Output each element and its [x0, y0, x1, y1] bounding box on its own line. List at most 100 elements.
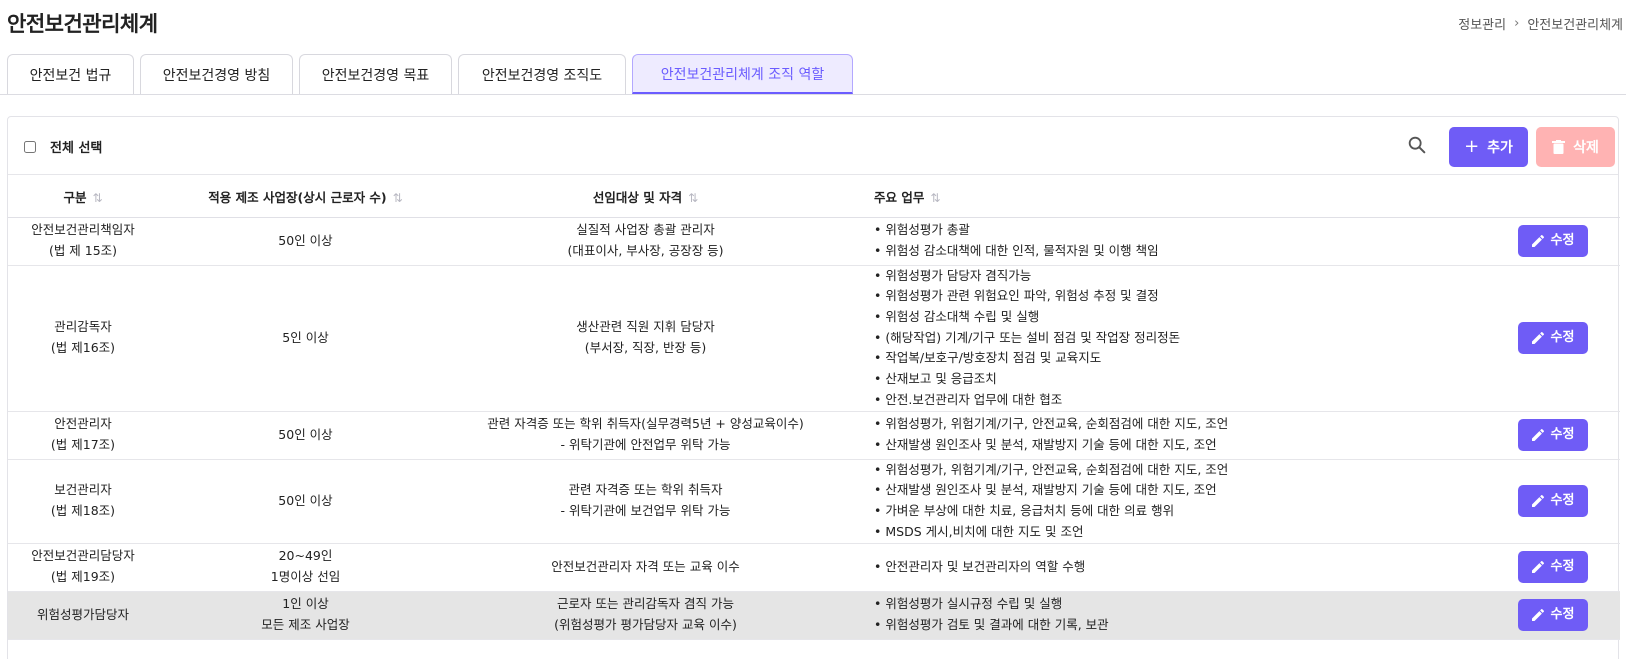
sort-icon[interactable]: ⇅	[393, 191, 403, 205]
cell-action: 수정	[1468, 591, 1620, 639]
table-row: 안전보건관리책임자 (법 제 15조) 50인 이상 실질적 사업장 총괄 관리자 (대…	[8, 217, 1620, 265]
cell-qualification-line: 생산관련 직원 지휘 담당자	[576, 319, 715, 335]
edit-button-label: 수정	[1550, 232, 1575, 248]
cell-scope: 50인 이상	[158, 217, 453, 265]
add-button-label: 추가	[1487, 140, 1513, 156]
column-header-scope[interactable]: 적용 제조 사업장(상시 근로자 수) ⇅	[158, 176, 453, 217]
cell-action: 수정	[1468, 411, 1620, 459]
table-header-row: 구분 ⇅ 적용 제조 사업장(상시 근로자 수) ⇅ 선임대상 및 자격 ⇅ 주요 업…	[8, 176, 1620, 217]
cell-qualification-line: (대표이사, 부사장, 공장장 등)	[567, 243, 724, 258]
breadcrumb-item-info-management[interactable]: 정보관리	[1458, 14, 1506, 33]
select-all-checkbox[interactable]	[24, 140, 36, 153]
cell-scope-line: 1명이상 선임	[270, 569, 341, 584]
page-title: 안전보건관리체계	[7, 12, 158, 36]
add-button[interactable]: + 추가	[1449, 127, 1528, 167]
cell-action: 수정	[1468, 543, 1620, 591]
pencil-icon	[1531, 561, 1544, 573]
cell-qualification: 관련 자격증 또는 학위 취득자(실무경력5년 + 양성교육이수) - 위탁기관에…	[453, 411, 838, 459]
table-toolbar: 전체 선택 + 추가 삭제	[8, 117, 1618, 175]
delete-button-label: 삭제	[1573, 140, 1599, 156]
cell-action: 수정	[1468, 217, 1620, 265]
cell-qualification: 실질적 사업장 총괄 관리자 (대표이사, 부사장, 공장장 등)	[453, 217, 838, 265]
cell-duties: 위험성평가, 위험기계/기구, 안전교육, 순회점검에 대한 지도, 조언산재발…	[838, 459, 1468, 543]
trash-icon	[1552, 140, 1566, 154]
search-icon[interactable]	[1406, 134, 1428, 156]
cell-category-line: 안전보건관리책임자	[31, 222, 135, 238]
cell-qualification-line: 근로자 또는 관리감독자 겸직 가능	[557, 596, 734, 612]
select-all[interactable]: 전체 선택	[24, 137, 102, 156]
cell-duties-line: 위험성평가 담당자 겸직가능	[874, 266, 1468, 287]
cell-category-line: 안전관리자	[54, 416, 112, 432]
cell-category-line: 보건관리자	[54, 482, 112, 498]
cell-scope-line: 50인 이상	[278, 232, 333, 248]
cell-category: 안전보건관리책임자 (법 제 15조)	[8, 217, 158, 265]
cell-duties-line: 위험성평가 총괄	[874, 220, 1468, 241]
cell-category: 관리감독자 (법 제16조)	[8, 265, 158, 411]
edit-button[interactable]: 수정	[1518, 551, 1588, 583]
tab-bar: 안전보건 법규 안전보건경영 방침 안전보건경영 목표 안전보건경영 조직도 안…	[7, 54, 853, 95]
cell-action: 수정	[1468, 459, 1620, 543]
cell-duties: 위험성평가 담당자 겸직가능위험성평가 관련 위험요인 파악, 위험성 추정 및…	[838, 265, 1468, 411]
cell-qualification: 생산관련 직원 지휘 담당자 (부서장, 직장, 반장 등)	[453, 265, 838, 411]
column-header-qualification[interactable]: 선임대상 및 자격 ⇅	[453, 176, 838, 217]
pencil-icon	[1531, 495, 1544, 507]
tab-safety-goals[interactable]: 안전보건경영 목표	[299, 54, 452, 94]
sort-icon[interactable]: ⇅	[92, 191, 102, 205]
column-header-category[interactable]: 구분 ⇅	[8, 176, 158, 217]
cell-duties: 위험성평가 총괄위험성 감소대책에 대한 인적, 물적자원 및 이행 책임	[838, 217, 1468, 265]
table-row: 안전관리자 (법 제17조) 50인 이상 관련 자격증 또는 학위 취득자(실무경력…	[8, 411, 1620, 459]
plus-icon: +	[1464, 136, 1480, 157]
sort-icon[interactable]: ⇅	[688, 191, 698, 205]
cell-duties-line: 작업복/보호구/방호장치 점검 및 교육지도	[874, 348, 1468, 369]
tab-org-roles[interactable]: 안전보건관리체계 조직 역할	[632, 54, 853, 94]
breadcrumb-item-current: 안전보건관리체계	[1527, 18, 1623, 33]
cell-qualification-line: - 위탁기관에 안전업무 위탁 가능	[560, 437, 731, 452]
cell-duties: 안전관리자 및 보건관리자의 역할 수행	[838, 543, 1468, 591]
edit-button[interactable]: 수정	[1518, 322, 1588, 354]
cell-duties-line: 산재발생 원인조사 및 분석, 재발방지 기술 등에 대한 지도, 조언	[874, 480, 1468, 501]
cell-category-line: (법 제 15조)	[48, 243, 118, 258]
pencil-icon	[1531, 235, 1544, 247]
sort-icon[interactable]: ⇅	[930, 191, 940, 205]
table-row: 관리감독자 (법 제16조) 5인 이상 생산관련 직원 지휘 담당자 (부서장, 직장…	[8, 265, 1620, 411]
cell-scope-line: 1인 이상	[282, 596, 329, 612]
edit-button[interactable]: 수정	[1518, 485, 1588, 517]
table-row: 안전보건관리담당자 (법 제19조) 20~49인 1명이상 선임 안전보건관리자 자격…	[8, 543, 1620, 591]
cell-qualification-line: 관련 자격증 또는 학위 취득자	[568, 482, 723, 498]
cell-duties: 위험성평가, 위험기계/기구, 안전교육, 순회점검에 대한 지도, 조언산재발…	[838, 411, 1468, 459]
cell-category-line: (법 제19조)	[50, 569, 116, 584]
cell-category-line: (법 제16조)	[50, 340, 116, 355]
tabs-divider	[0, 94, 1626, 95]
cell-category-line: 관리감독자	[54, 319, 112, 335]
table-row: 보건관리자 (법 제18조) 50인 이상 관련 자격증 또는 학위 취득자 - 위탁기…	[8, 459, 1620, 543]
pencil-icon	[1531, 332, 1544, 344]
tab-safety-policy[interactable]: 안전보건경영 방침	[140, 54, 293, 94]
cell-category-line: 안전보건관리담당자	[31, 548, 135, 564]
edit-button[interactable]: 수정	[1518, 419, 1588, 451]
cell-scope-line: 5인 이상	[282, 329, 329, 345]
edit-button[interactable]: 수정	[1518, 225, 1588, 257]
edit-button[interactable]: 수정	[1518, 599, 1588, 631]
cell-scope-line: 50인 이상	[278, 492, 333, 508]
edit-button-label: 수정	[1550, 492, 1575, 508]
cell-category: 안전보건관리담당자 (법 제19조)	[8, 543, 158, 591]
cell-duties-line: 안전관리자 및 보건관리자의 역할 수행	[874, 557, 1468, 578]
cell-duties: 위험성평가 실시규정 수립 및 실행위험성평가 검토 및 결과에 대한 기록, …	[838, 591, 1468, 639]
cell-scope: 5인 이상	[158, 265, 453, 411]
cell-category: 보건관리자 (법 제18조)	[8, 459, 158, 543]
cell-scope-line: 20~49인	[278, 548, 333, 564]
breadcrumb: 정보관리 › 안전보건관리체계	[1458, 14, 1623, 33]
cell-qualification: 안전보건관리자 자격 또는 교육 이수	[453, 543, 838, 591]
delete-button[interactable]: 삭제	[1536, 127, 1615, 167]
cell-scope-line: 50인 이상	[278, 426, 333, 442]
cell-qualification-line: 실질적 사업장 총괄 관리자	[576, 222, 715, 238]
cell-duties-line: 산재발생 원인조사 및 분석, 재발방지 기술 등에 대한 지도, 조언	[874, 435, 1468, 456]
edit-button-label: 수정	[1550, 426, 1575, 442]
cell-qualification-line: 관련 자격증 또는 학위 취득자(실무경력5년 + 양성교육이수)	[487, 416, 804, 432]
column-header-duties[interactable]: 주요 업무 ⇅	[838, 176, 1468, 217]
tab-safety-laws[interactable]: 안전보건 법규	[7, 54, 134, 94]
cell-duties-line: (해당작업) 기계/기구 또는 설비 점검 및 작업장 정리정돈	[874, 328, 1468, 349]
cell-qualification: 관련 자격증 또는 학위 취득자 - 위탁기관에 보건업무 위탁 가능	[453, 459, 838, 543]
tab-org-chart[interactable]: 안전보건경영 조직도	[458, 54, 626, 94]
table-row: 위험성평가담당자 1인 이상 모든 제조 사업장 근로자 또는 관리감독자 겸직 가능…	[8, 591, 1620, 639]
